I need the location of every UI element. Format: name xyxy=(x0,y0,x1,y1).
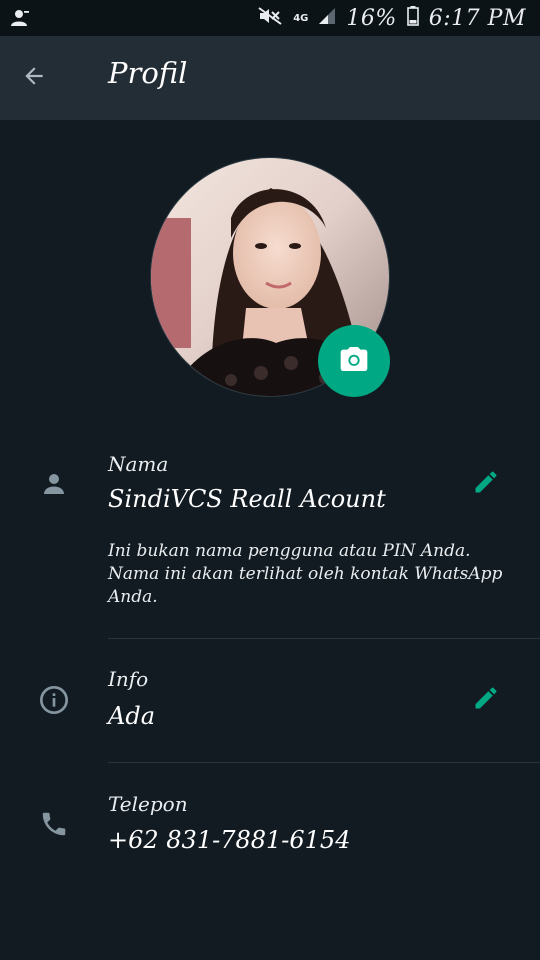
edit-name-button[interactable] xyxy=(466,464,506,504)
phone-icon xyxy=(38,808,70,840)
arrow-back-icon xyxy=(21,63,47,93)
network-type: 4G xyxy=(293,12,309,24)
status-bar: 4G 16% 6:17 PM xyxy=(0,0,540,36)
person-icon xyxy=(38,468,70,500)
name-value[interactable]: SindiVCS Reall Acount xyxy=(108,485,386,513)
back-button[interactable] xyxy=(14,58,54,98)
info-value[interactable]: Ada xyxy=(108,702,155,730)
battery-icon xyxy=(406,6,419,30)
info-label: Info xyxy=(108,667,149,691)
clock: 6:17 PM xyxy=(428,5,526,31)
app-bar: Profil xyxy=(0,36,540,120)
profile-photo-area xyxy=(150,157,390,397)
phone-label: Telepon xyxy=(108,792,188,816)
change-photo-button[interactable] xyxy=(318,325,390,397)
name-label: Nama xyxy=(108,452,169,476)
status-indicators: 4G 16% 6:17 PM xyxy=(257,0,526,36)
signal-icon xyxy=(318,7,336,29)
page-title: Profil xyxy=(108,56,188,90)
mute-icon xyxy=(257,6,283,30)
divider xyxy=(108,762,540,763)
name-hint: Ini bukan nama pengguna atau PIN Anda. N… xyxy=(108,541,503,607)
pencil-icon xyxy=(472,684,500,716)
pencil-icon xyxy=(472,468,500,500)
info-icon xyxy=(38,684,70,716)
battery-percent: 16% xyxy=(346,5,397,31)
phone-value: +62 831-7881-6154 xyxy=(108,826,351,854)
camera-icon xyxy=(338,343,370,379)
account-notification-icon xyxy=(10,8,30,28)
edit-info-button[interactable] xyxy=(466,680,506,720)
divider xyxy=(108,638,540,639)
